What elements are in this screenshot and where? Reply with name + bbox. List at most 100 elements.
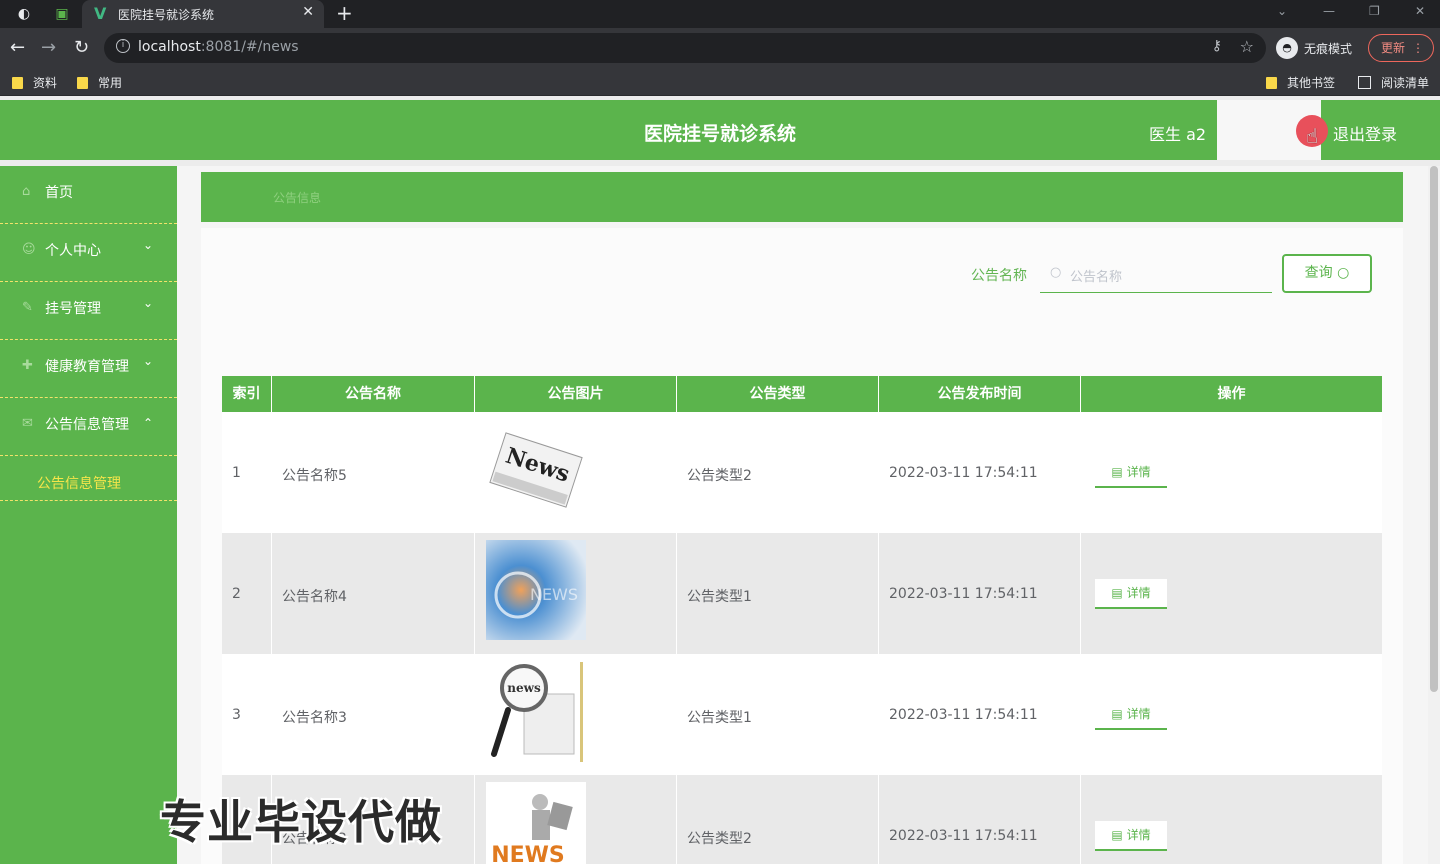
row-index: 2 (232, 586, 241, 602)
document-icon: ▤ (1111, 828, 1127, 842)
key-icon[interactable]: ⚷ (1212, 38, 1222, 54)
table-header-cell: 操作 (1217, 386, 1246, 402)
row-type: 公告类型1 (687, 710, 752, 726)
other-bookmarks[interactable]: 其他书签 (1266, 74, 1335, 91)
row-index: 1 (232, 465, 241, 481)
close-icon[interactable]: ✕ (302, 4, 314, 20)
forward-icon[interactable]: → (41, 37, 56, 58)
row-time: 2022-03-11 17:54:11 (889, 586, 1038, 602)
row-time: 2022-03-11 17:54:11 (889, 707, 1038, 723)
logout-button[interactable]: 退出登录 (1333, 121, 1397, 145)
reading-list-icon (1358, 76, 1371, 89)
breadcrumb[interactable]: 公告信息 (273, 189, 321, 206)
svg-text:NEWS: NEWS (491, 843, 565, 864)
new-tab-icon[interactable]: + (336, 1, 353, 25)
table-row (222, 412, 1382, 533)
update-button[interactable]: 更新 ⋮ (1368, 34, 1434, 62)
app-shortcut-icon[interactable]: ▣ (52, 4, 72, 24)
table-header-cell: 索引 (222, 376, 272, 412)
incognito-icon: ◓ (1276, 37, 1298, 59)
reading-list[interactable]: 阅读清单 (1358, 74, 1429, 91)
incognito-label: 无痕模式 (1304, 41, 1353, 56)
sidebar-item-health-education[interactable]: ✚ 健康教育管理 ⌄ (0, 340, 177, 398)
vue-icon: V (94, 4, 107, 23)
folder-icon (1266, 76, 1277, 89)
svg-text:NEWS: NEWS (530, 585, 578, 604)
update-label: 更新 (1381, 41, 1406, 55)
reload-icon[interactable]: ↻ (74, 37, 89, 58)
chevron-up-icon: ⌃ (143, 416, 154, 430)
page-scrollbar[interactable] (1428, 166, 1440, 864)
info-icon[interactable]: i (116, 39, 130, 53)
restore-icon[interactable]: ❐ (1369, 4, 1380, 18)
current-user: 医生 a2 (1149, 125, 1207, 144)
app-header: 医院挂号就诊系统 医生 a2 退出登录 (0, 100, 1440, 160)
row-type: 公告类型2 (687, 468, 752, 484)
folder-icon (77, 76, 88, 89)
table-header-cell: 公告类型 (677, 376, 879, 412)
table-row (222, 533, 1382, 654)
window-close-icon[interactable]: ✕ (1415, 4, 1425, 18)
hand-cursor-icon: ☝ (1306, 124, 1319, 148)
back-icon[interactable]: ← (10, 37, 25, 58)
table-header: 索引 公告名称 公告图片 公告类型 公告发布时间 操作 (222, 376, 1382, 412)
row-name: 公告名称4 (282, 589, 347, 605)
folder-icon (12, 76, 23, 89)
user-icon: ☺ (22, 242, 36, 257)
row-time: 2022-03-11 17:54:11 (889, 828, 1038, 844)
breadcrumb-bar: 公告信息 (201, 172, 1403, 222)
chevron-down-icon: ⌄ (143, 296, 154, 310)
document-icon: ▤ (1111, 707, 1127, 721)
row-type: 公告类型1 (687, 589, 752, 605)
sidebar-item-notice[interactable]: ✉ 公告信息管理 ⌃ (0, 398, 177, 456)
detail-button[interactable]: ▤ 详情 (1095, 821, 1167, 851)
address-bar[interactable]: i localhost:8081/#/news ⚷ ☆ (104, 33, 1266, 63)
row-index: 3 (232, 707, 241, 723)
table-header-cell: 公告图片 (475, 376, 677, 412)
star-icon[interactable]: ☆ (1240, 37, 1254, 56)
detail-button[interactable]: ▤ 详情 (1095, 579, 1167, 609)
bookmark-folder[interactable]: 常用 (77, 74, 122, 91)
sidebar-item-registration[interactable]: ✎ 挂号管理 ⌄ (0, 282, 177, 340)
table-row (222, 654, 1382, 775)
notice-icon: ✉ (22, 416, 33, 431)
chevron-down-icon[interactable]: ⌄ (1277, 4, 1287, 18)
document-icon: ▤ (1111, 586, 1127, 600)
search-icon: ○ (1337, 265, 1350, 281)
incognito-indicator[interactable]: ◓ 无痕模式 (1276, 37, 1352, 59)
news-image: NEWS (486, 782, 586, 864)
sidebar-item-profile[interactable]: ☺ 个人中心 ⌄ (0, 224, 177, 282)
query-button[interactable]: 查询 ○ (1282, 254, 1372, 293)
home-icon: ⌂ (22, 184, 31, 199)
news-image: NEWS (486, 540, 586, 640)
search-label: 公告名称 (971, 268, 1027, 284)
scrollbar-thumb[interactable] (1430, 166, 1438, 692)
detail-button[interactable]: ▤ 详情 (1095, 700, 1167, 730)
browser-globe-icon[interactable]: ◐ (14, 4, 34, 24)
table-header-cell: 公告名称 (272, 376, 475, 412)
row-name: 公告名称3 (282, 710, 347, 726)
sidebar: ⌂ 首页 ☺ 个人中心 ⌄ ✎ 挂号管理 ⌄ ✚ 健康教育管理 ⌄ ✉ 公告信息… (0, 166, 177, 864)
minimize-icon[interactable]: — (1323, 4, 1335, 18)
chevron-down-icon: ⌄ (143, 238, 154, 252)
tab-title: 医院挂号就诊系统 (118, 8, 215, 22)
health-icon: ✚ (22, 358, 33, 373)
bookmarks-bar: 资料 常用 其他书签 阅读清单 (0, 68, 1440, 96)
table-header-cell: 公告发布时间 (879, 376, 1081, 412)
row-time: 2022-03-11 17:54:11 (889, 465, 1038, 481)
sidebar-item-home[interactable]: ⌂ 首页 (0, 166, 177, 224)
more-icon: ⋮ (1412, 41, 1424, 55)
detail-button[interactable]: ▤ 详情 (1095, 458, 1167, 488)
browser-tab[interactable]: V 医院挂号就诊系统 ✕ (82, 0, 324, 28)
search-placeholder: 公告名称 (1070, 270, 1123, 285)
browser-tab-bar: ◐ ▣ V 医院挂号就诊系统 ✕ + ⌄ — ❐ ✕ (0, 0, 1440, 28)
sidebar-subitem-notice-management[interactable]: 公告信息管理 (0, 456, 177, 501)
row-type: 公告类型2 (687, 831, 752, 847)
svg-text:news: news (507, 681, 541, 695)
url-text: localhost:8081/#/news (138, 39, 299, 55)
bookmark-folder[interactable]: 资料 (12, 74, 57, 91)
news-image: news (486, 662, 586, 762)
register-icon: ✎ (22, 300, 33, 315)
chevron-down-icon: ⌄ (143, 354, 154, 368)
document-icon: ▤ (1111, 465, 1127, 479)
